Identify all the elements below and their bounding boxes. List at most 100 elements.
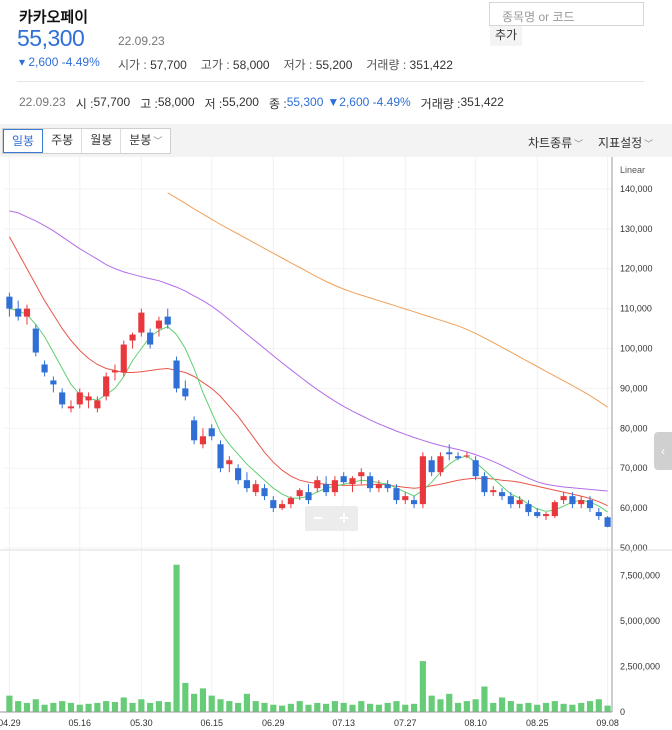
volume-bar [252,701,259,712]
chart-type-dropdown[interactable]: 차트종류 ﹀ [528,134,583,151]
price-tick-label: 130,000 [620,224,653,234]
candle-body [367,476,374,489]
ma20-line [8,236,608,507]
candle-body [182,388,189,397]
candle-body [305,492,312,501]
price-tick-label: 80,000 [620,423,648,433]
summary-low: 저가 : 55,200 [284,56,353,73]
detail-date: 22.09.23 [19,95,66,109]
candle-body [226,460,233,465]
summary-open-value: 57,700 [150,58,187,72]
volume-bar [419,661,426,712]
volume-bar [32,699,39,712]
zoom-out-button[interactable]: − [305,506,331,531]
detail-volume-label: 거래량 : [420,97,461,111]
candle-body [6,296,13,309]
volume-bar [147,702,154,712]
candle-body [542,514,550,517]
x-tick-label: 05.16 [69,718,92,728]
volume-bar [279,705,286,712]
chevron-left-icon: ‹ [661,444,665,458]
volume-bar [138,699,145,712]
candle-body [463,455,470,457]
volume-bar [463,701,470,712]
volume-tick-label: 2,500,000 [620,662,660,672]
x-tick-label: 09.08 [596,718,619,728]
candle-body [270,500,277,509]
candle-body [358,472,365,477]
volume-bar [85,703,92,712]
candle-body [402,496,409,501]
volume-bar [525,702,532,712]
summary-volume-value: 351,422 [409,58,453,72]
candle-body [534,512,541,517]
price-tick-label: 90,000 [620,383,648,393]
price-axis-label: Linear [620,165,645,175]
candle-body [50,380,57,385]
volume-bar [384,702,391,712]
candle-body [525,504,532,513]
volume-bar [586,701,594,712]
candle-body [340,476,347,483]
tab-minute-label: 분봉 [129,133,152,147]
period-tabs: 일봉 주봉 월봉 분봉 ﹀ [2,128,172,154]
volume-bar [94,702,101,712]
candle-body [59,392,66,405]
volume-bar [111,702,119,712]
stock-chart[interactable]: 04.29 05.16 05.30 06.15 06.29 07.13 07.27 08.10… [0,157,672,730]
summary-low-label: 저가 : [283,58,316,72]
volume-bar [349,704,356,712]
volume-bar [67,702,75,712]
price-change: ▾ 2,600 -4.49% [19,55,100,69]
candle-body [217,444,224,469]
volume-bar [76,704,83,712]
volume-bar [296,701,303,712]
summary-low-value: 55,200 [315,58,353,72]
stock-name: 카카오페이 [19,9,89,26]
volume-bar [208,695,215,712]
volume-bar [428,695,435,712]
tab-minute[interactable]: 분봉 ﹀ [121,129,170,153]
volume-bar [578,702,585,712]
tab-daily[interactable]: 일봉 [3,129,44,153]
volume-bar [6,695,13,712]
candle-body [498,492,506,497]
detail-close-label: 종 : [268,97,287,111]
candle-body [111,370,119,373]
candle-body [560,496,567,501]
side-panel-toggle[interactable]: ‹ [654,432,672,470]
candle-body [586,500,594,509]
volume-bar [191,693,198,712]
candle-body [454,456,462,459]
detail-volume: 351,422 [460,95,504,109]
ma60-line [9,210,608,492]
detail-high: 58,000 [157,95,195,109]
volume-bar [367,703,374,712]
price-summary: 시가 : 57,700 고가 : 58,000 저가 : 55,200 거래량 … [118,56,453,73]
candle-body [15,308,22,317]
volume-bar [437,699,444,712]
search-input[interactable]: 종목명 or 코드 [489,2,644,26]
volume-tick-label: 5,000,000 [620,616,660,626]
volume-bar [454,702,462,712]
x-tick-label: 08.10 [464,718,487,728]
price-tick-label: 100,000 [620,344,653,354]
volume-bar [270,704,277,712]
tab-monthly[interactable]: 월봉 [82,129,122,153]
volume-bar [534,704,541,712]
zoom-in-button[interactable]: + [331,506,357,531]
candle-body [314,480,321,489]
x-tick-label: 07.27 [394,718,417,728]
add-button[interactable]: 추가 [490,26,522,46]
volume-bar [446,693,453,712]
candle-body [32,328,39,353]
volume-bar [164,702,171,712]
volume-bar [560,703,567,712]
candle-body [604,517,611,527]
divider [17,81,644,82]
tab-weekly[interactable]: 주봉 [43,129,83,153]
volume-bar [375,704,382,712]
volume-bar [358,701,365,712]
candle-body [243,480,250,489]
indicator-settings-dropdown[interactable]: 지표설정 ﹀ [598,134,653,151]
